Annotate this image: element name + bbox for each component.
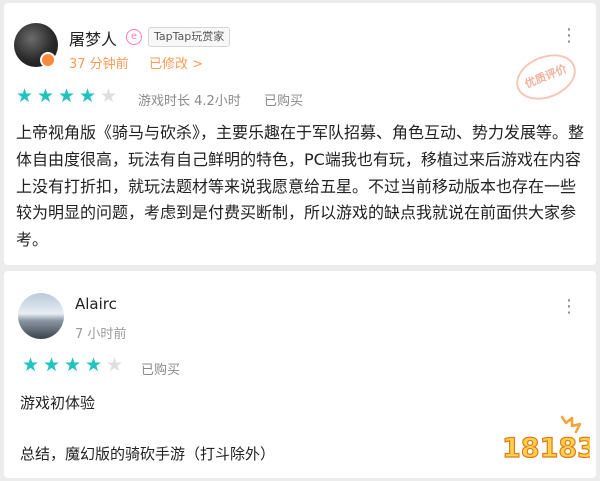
purchased-label: 已购买 (141, 363, 181, 378)
rating-stars: ★ ★ ★ ★ ★ (16, 85, 118, 107)
more-vertical-icon[interactable]: ⋮ (560, 298, 578, 316)
star-icon: ★ (85, 354, 103, 376)
post-time: 7 小时前 (75, 327, 127, 342)
quality-stamp: 优质评价 (509, 45, 583, 109)
edited-link[interactable]: 已修改 > (149, 53, 203, 72)
more-vertical-icon[interactable]: ⋮ (560, 27, 578, 45)
logo-text: 18183 (502, 433, 590, 464)
star-icon: ★ (37, 85, 55, 107)
star-icon: ★ (79, 85, 97, 107)
star-icon: ★ (43, 354, 61, 376)
badge-icon (40, 52, 56, 68)
review-text: 上帝视角版《骑马与砍杀》，主要乐趣在于军队招募、角色互动、势力发展等。整体自由度… (16, 123, 585, 250)
star-icon: ★ (58, 85, 76, 107)
avatar[interactable] (18, 293, 64, 339)
rating-stars: ★ ★ ★ ★ ★ (22, 354, 124, 376)
star-icon: ★ (16, 85, 34, 107)
post-time: 37 分钟前 (69, 57, 129, 72)
user-name[interactable]: Alairc (75, 295, 117, 313)
review-card: 屠梦人 e TapTap玩赏家 37 分钟前 已修改 > ⋮ 优质评价 ★ ★ … (4, 3, 596, 265)
review-text: 总结，魔幻版的骑砍手游（打斗除外） (20, 445, 276, 463)
purchased-label: 已购买 (264, 94, 304, 109)
star-icon: ★ (100, 85, 118, 107)
star-icon: ★ (22, 354, 40, 376)
star-icon: ★ (106, 354, 124, 376)
review-text: 游戏初体验 (20, 394, 96, 412)
level-icon: e (126, 29, 142, 45)
user-tag: TapTap玩赏家 (148, 27, 231, 47)
user-name[interactable]: 屠梦人 (69, 26, 117, 50)
playtime: 游戏时长 4.2小时 (138, 94, 241, 109)
site-logo-watermark: 18183 (501, 415, 590, 465)
star-icon: ★ (64, 354, 82, 376)
